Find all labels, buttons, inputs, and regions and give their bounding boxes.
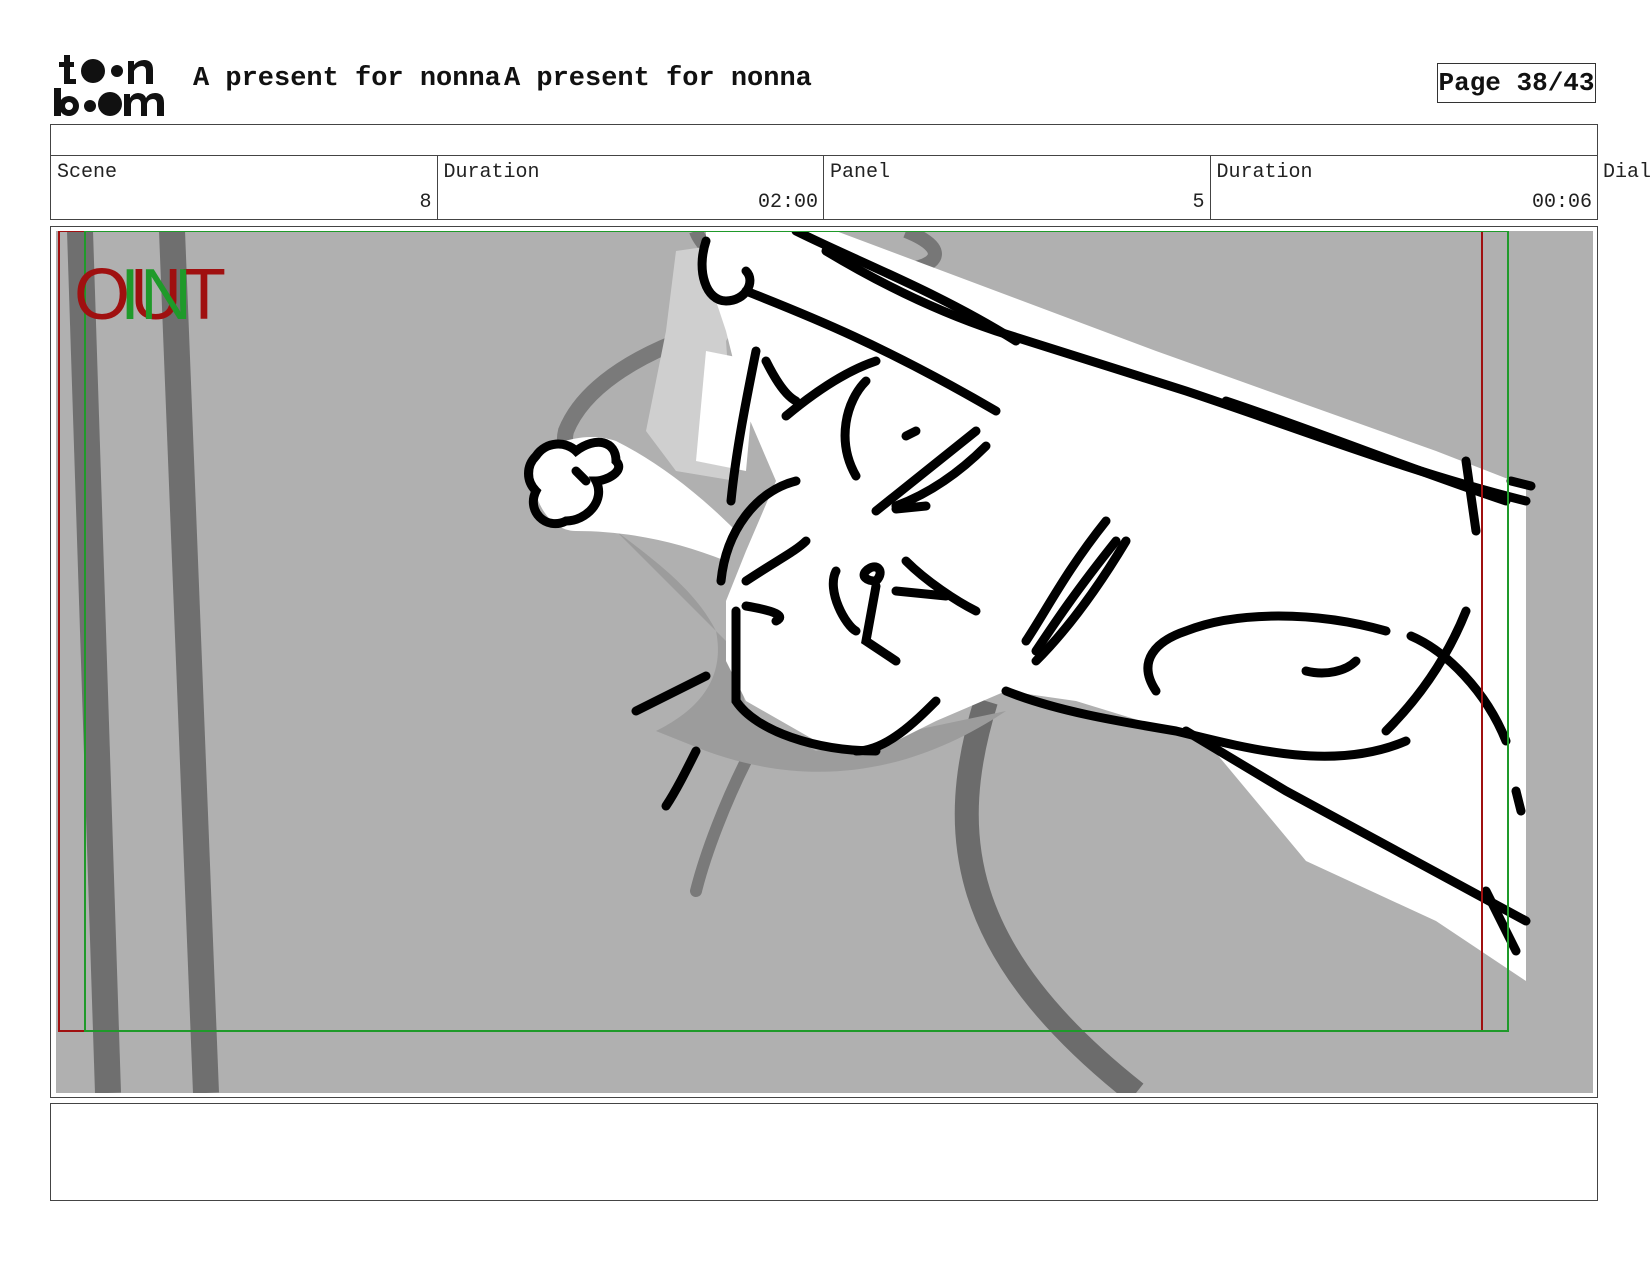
storyboard-drawing: OUT IN (56, 231, 1593, 1093)
panel-value: 5 (1192, 191, 1205, 214)
scene-duration-value: 02:00 (757, 191, 818, 214)
scene-label: Scene (57, 161, 118, 184)
project-title: A present for nonna (193, 64, 501, 94)
panel-duration-cell: Duration 00:06 (1211, 156, 1598, 219)
blank-header-bar (50, 124, 1598, 156)
toonboom-logo (54, 55, 164, 116)
scene-value: 8 (419, 191, 432, 214)
panel-duration-label: Duration (1216, 161, 1313, 184)
toonboom-logo-mark (54, 55, 164, 116)
panel-duration-value: 00:06 (1531, 191, 1592, 214)
scene-title: A present for nonna (504, 64, 812, 94)
scene-cell: Scene 8 (51, 156, 438, 219)
panel-label: Panel (830, 161, 891, 184)
caption-box (50, 1103, 1598, 1201)
dialog-label: Dial (1603, 161, 1650, 184)
scene-duration-label: Duration (443, 161, 540, 184)
info-row: Scene 8 Duration 02:00 Panel 5 Duration … (50, 156, 1598, 220)
page-indicator: Page 38/43 (1437, 63, 1596, 103)
scene-duration-cell: Duration 02:00 (438, 156, 824, 219)
panel-cell: Panel 5 (824, 156, 1211, 219)
in-frame-label: IN (120, 255, 192, 335)
